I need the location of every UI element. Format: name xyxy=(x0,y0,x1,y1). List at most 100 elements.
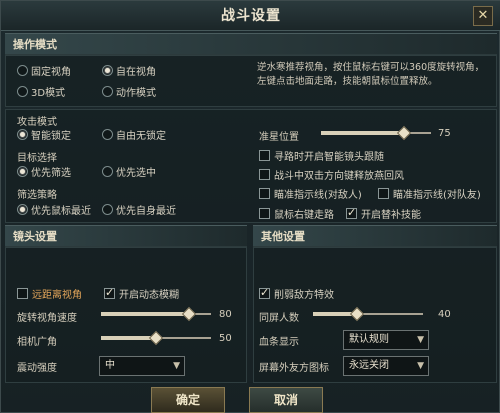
mode-fixed-radio[interactable]: 固定视角 xyxy=(17,63,71,78)
radio-label: 优先筛选 xyxy=(31,168,71,179)
checkbox-box xyxy=(259,208,270,219)
rotate-speed-label: 旋转视角速度 xyxy=(17,313,77,324)
checkbox-label: 瞄准指示线(对队友) xyxy=(393,190,481,201)
radio-dot xyxy=(17,204,28,215)
rotate-speed-value: 80 xyxy=(219,309,232,320)
fov-label: 相机广角 xyxy=(17,337,57,348)
crosshair-slider[interactable] xyxy=(321,125,431,141)
same-screen-value: 40 xyxy=(438,309,451,320)
chevron-down-icon: ▼ xyxy=(417,361,424,371)
confirm-button[interactable]: 确定 xyxy=(151,387,225,413)
checkbox-label: 开启替补技能 xyxy=(361,210,421,221)
target-heading: 目标选择 xyxy=(17,153,57,164)
radio-label: 优先选中 xyxy=(116,168,156,179)
settings-window: 战斗设置 ✕ 操作模式 固定视角 自在视角 3D模式 动作模式 逆水寒推荐视角，… xyxy=(0,0,500,413)
mode-label: 动作模式 xyxy=(116,88,156,99)
checkbox-label: 削弱敌方特效 xyxy=(274,290,334,301)
radio-label: 优先鼠标最近 xyxy=(31,206,91,217)
target-selected-radio[interactable]: 优先选中 xyxy=(102,164,156,179)
select-value: 默认规则 xyxy=(349,334,389,345)
radio-dot xyxy=(17,166,28,177)
cancel-button[interactable]: 取消 xyxy=(249,387,323,413)
radio-dot xyxy=(102,86,113,97)
checkbox-box xyxy=(259,286,270,299)
offscreen-icon-label: 屏幕外友方图标 xyxy=(259,363,329,374)
far-view-checkbox[interactable]: 远距离视角 xyxy=(17,286,82,301)
aim-line-enemy-checkbox[interactable]: 瞄准指示线(对敌人) xyxy=(259,186,362,201)
shake-select[interactable]: 中 ▼ xyxy=(99,356,185,376)
checkbox-box xyxy=(104,286,115,299)
filter-heading: 筛选策略 xyxy=(17,190,57,201)
same-screen-label: 同屏人数 xyxy=(259,313,299,324)
offscreen-icon-select[interactable]: 永远关闭 ▼ xyxy=(343,356,429,376)
slider-fill xyxy=(101,312,189,316)
shake-label: 震动强度 xyxy=(17,363,57,374)
radio-dot xyxy=(102,166,113,177)
checkbox-box xyxy=(378,188,389,199)
slider-thumb[interactable] xyxy=(148,330,164,346)
mode-label: 自在视角 xyxy=(116,67,156,78)
other-header: 其他设置 xyxy=(253,225,497,247)
mode-description: 逆水寒推荐视角，按住鼠标右键可以360度旋转视角，左键点击地面走路，技能朝鼠标位… xyxy=(257,62,485,87)
checkbox-box xyxy=(346,206,357,219)
radio-dot xyxy=(102,204,113,215)
select-value: 永远关闭 xyxy=(349,360,389,371)
operation-header: 操作模式 xyxy=(5,33,497,55)
right-click-walk-checkbox[interactable]: 鼠标右键走路 xyxy=(259,206,334,221)
select-value: 中 xyxy=(105,360,115,371)
checkbox-label: 远距离视角 xyxy=(32,290,82,301)
filter-mouse-radio[interactable]: 优先鼠标最近 xyxy=(17,202,91,217)
filter-self-radio[interactable]: 优先自身最近 xyxy=(102,202,176,217)
window-title: 战斗设置 xyxy=(221,8,281,24)
weaken-enemy-effects-checkbox[interactable]: 削弱敌方特效 xyxy=(259,286,334,301)
radio-dot xyxy=(102,65,113,76)
slider-thumb[interactable] xyxy=(396,125,411,141)
checkbox-box xyxy=(259,150,270,161)
radio-dot xyxy=(17,65,28,76)
slider-fill xyxy=(101,336,156,340)
checkbox-box xyxy=(259,188,270,199)
fov-value: 50 xyxy=(219,333,232,344)
motion-blur-checkbox[interactable]: 开启动态模糊 xyxy=(104,286,179,301)
checkbox-box xyxy=(17,288,28,299)
radio-label: 自由无锁定 xyxy=(116,131,166,142)
blood-display-select[interactable]: 默认规则 ▼ xyxy=(343,330,429,350)
target-filter-radio[interactable]: 优先筛选 xyxy=(17,164,71,179)
rotate-speed-slider[interactable] xyxy=(101,306,211,322)
radio-label: 优先自身最近 xyxy=(116,206,176,217)
aim-line-team-checkbox[interactable]: 瞄准指示线(对队友) xyxy=(378,186,481,201)
mode-label: 3D模式 xyxy=(31,88,66,99)
radio-dot xyxy=(17,86,28,97)
chevron-down-icon: ▼ xyxy=(417,335,424,345)
mode-free-radio[interactable]: 自在视角 xyxy=(102,63,156,78)
close-icon[interactable]: ✕ xyxy=(473,6,493,26)
slider-thumb[interactable] xyxy=(181,306,197,322)
checkbox-label: 寻路时开启智能镜头跟随 xyxy=(274,152,384,163)
attack-mode-heading: 攻击模式 xyxy=(17,117,57,128)
slider-thumb[interactable] xyxy=(349,306,365,322)
checkbox-label: 瞄准指示线(对敌人) xyxy=(274,190,362,201)
radio-dot xyxy=(102,129,113,140)
substitute-skill-checkbox[interactable]: 开启替补技能 xyxy=(346,206,421,221)
checkbox-label: 鼠标右键走路 xyxy=(274,210,334,221)
checkbox-box xyxy=(259,169,270,180)
attack-smart-lock-radio[interactable]: 智能锁定 xyxy=(17,127,71,142)
checkbox-label: 战斗中双击方向键释放燕回风 xyxy=(274,171,404,182)
chevron-down-icon: ▼ xyxy=(173,361,180,371)
crosshair-value: 75 xyxy=(438,128,451,139)
same-screen-slider[interactable] xyxy=(313,306,423,322)
mode-action-radio[interactable]: 动作模式 xyxy=(102,84,156,99)
camera-header: 镜头设置 xyxy=(5,225,247,247)
mode-label: 固定视角 xyxy=(31,67,71,78)
radio-dot xyxy=(17,129,28,140)
blood-display-label: 血条显示 xyxy=(259,337,299,348)
crosshair-label: 准星位置 xyxy=(259,132,299,143)
fov-slider[interactable] xyxy=(101,330,211,346)
smart-camera-follow-checkbox[interactable]: 寻路时开启智能镜头跟随 xyxy=(259,148,384,163)
checkbox-label: 开启动态模糊 xyxy=(119,290,179,301)
mode-3d-radio[interactable]: 3D模式 xyxy=(17,84,65,99)
double-tap-dodge-checkbox[interactable]: 战斗中双击方向键释放燕回风 xyxy=(259,167,404,182)
slider-fill xyxy=(321,131,404,135)
radio-label: 智能锁定 xyxy=(31,131,71,142)
attack-free-radio[interactable]: 自由无锁定 xyxy=(102,127,166,142)
